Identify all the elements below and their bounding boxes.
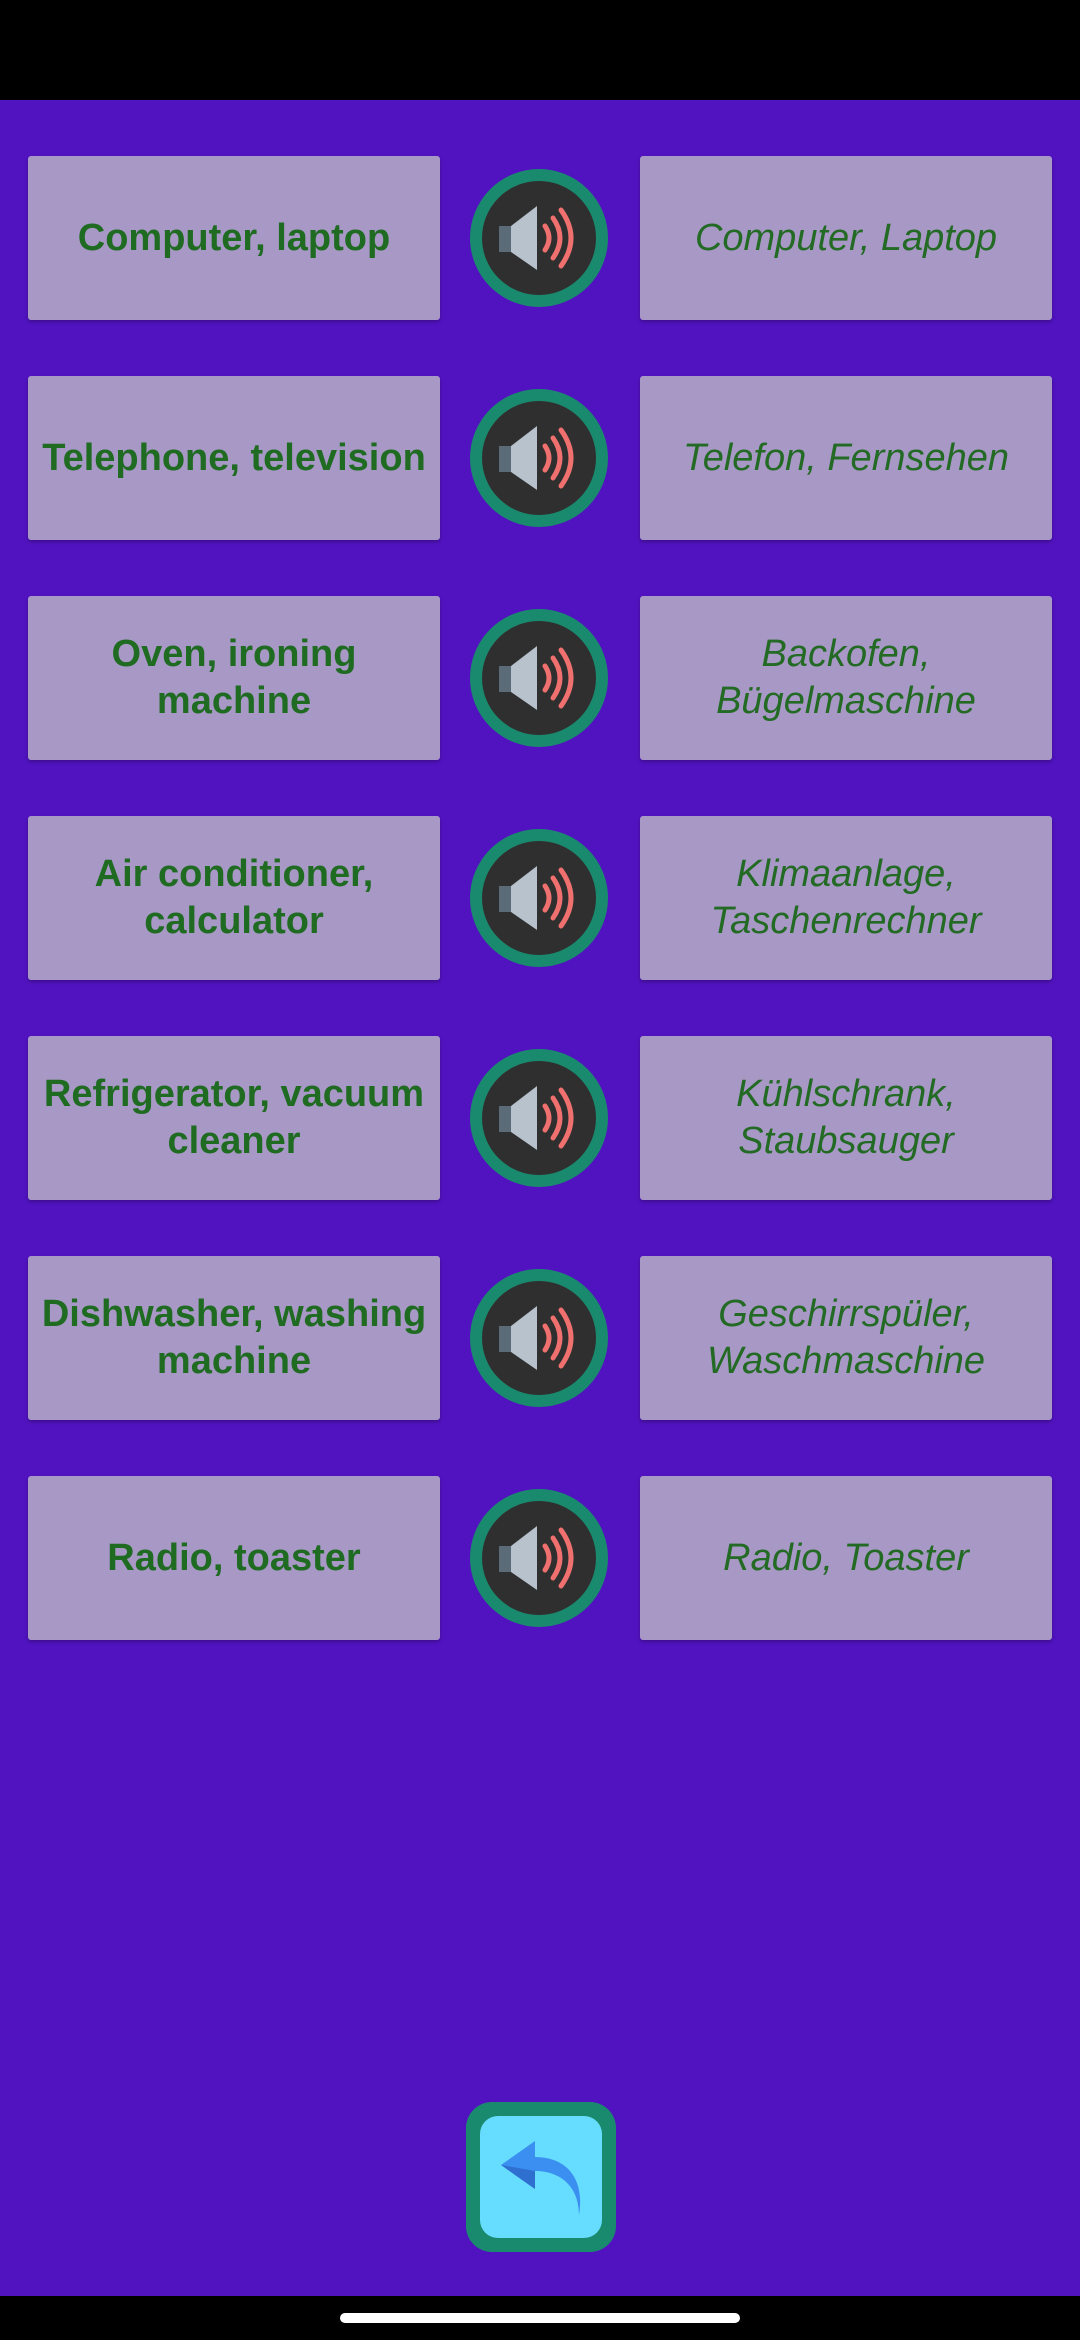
english-term-card[interactable]: Computer, laptop <box>28 156 440 320</box>
speaker-icon <box>499 646 574 710</box>
vocabulary-row: Refrigerator, vacuum cleaner Kühlschrank… <box>0 1036 1080 1200</box>
back-arrow-icon <box>501 2141 581 2215</box>
status-bar <box>0 0 1080 100</box>
german-term-card[interactable]: Radio, Toaster <box>640 1476 1052 1640</box>
english-term-card[interactable]: Dishwasher, washing machine <box>28 1256 440 1420</box>
play-audio-button[interactable] <box>470 169 608 307</box>
german-term: Telefon, Fernsehen <box>682 436 1010 479</box>
german-term-card[interactable]: Klimaanlage, Taschenrechner <box>640 816 1052 980</box>
vocabulary-row: Computer, laptop Computer, Laptop <box>0 156 1080 320</box>
english-term-card[interactable]: Radio, toaster <box>28 1476 440 1640</box>
vocabulary-row: Radio, toaster Radio, Toaster <box>0 1476 1080 1640</box>
german-term: Klimaanlage, Taschenrechner <box>710 853 982 942</box>
english-term: Oven, ironing machine <box>111 633 357 722</box>
english-term: Radio, toaster <box>107 1536 361 1579</box>
german-term-card[interactable]: Geschirrspüler, Waschmaschine <box>640 1256 1052 1420</box>
english-term: Dishwasher, washing machine <box>41 1293 427 1382</box>
german-term-card[interactable]: Telefon, Fernsehen <box>640 376 1052 540</box>
german-term-card[interactable]: Kühlschrank, Staubsauger <box>640 1036 1052 1200</box>
play-audio-button[interactable] <box>470 829 608 967</box>
speaker-icon <box>499 1526 574 1590</box>
german-term: Radio, Toaster <box>723 1536 969 1579</box>
vocabulary-row: Dishwasher, washing machine Geschirrspül… <box>0 1256 1080 1420</box>
play-audio-button[interactable] <box>470 1049 608 1187</box>
navigation-bar <box>0 2296 1080 2340</box>
english-term: Telephone, television <box>42 436 426 479</box>
german-term: Computer, Laptop <box>694 216 998 259</box>
english-term-card[interactable]: Telephone, television <box>28 376 440 540</box>
play-audio-button[interactable] <box>470 1269 608 1407</box>
german-term-card[interactable]: Computer, Laptop <box>640 156 1052 320</box>
english-term: Refrigerator, vacuum cleaner <box>43 1073 425 1162</box>
german-term: Geschirrspüler, Waschmaschine <box>706 1293 986 1382</box>
english-term-card[interactable]: Air conditioner, calculator <box>28 816 440 980</box>
vocabulary-row: Air conditioner, calculator Klimaanlage,… <box>0 816 1080 980</box>
german-term: Kühlschrank, Staubsauger <box>736 1073 956 1162</box>
play-audio-button[interactable] <box>470 389 608 527</box>
speaker-icon <box>499 1306 574 1370</box>
english-term: Air conditioner, calculator <box>94 853 374 942</box>
home-indicator[interactable] <box>340 2313 740 2323</box>
german-term: Backofen, Bügelmaschine <box>716 633 976 722</box>
vocabulary-row: Telephone, television Telefon, Fernsehen <box>0 376 1080 540</box>
german-term-card[interactable]: Backofen, Bügelmaschine <box>640 596 1052 760</box>
speaker-icon <box>499 426 574 490</box>
vocabulary-list: Computer, laptop Computer, Laptop Teleph… <box>0 156 1080 1696</box>
speaker-icon <box>499 206 574 270</box>
speaker-icon <box>499 1086 574 1150</box>
english-term-card[interactable]: Refrigerator, vacuum cleaner <box>28 1036 440 1200</box>
play-audio-button[interactable] <box>470 1489 608 1627</box>
back-button[interactable] <box>466 2102 616 2252</box>
english-term: Computer, laptop <box>77 216 391 259</box>
english-term-card[interactable]: Oven, ironing machine <box>28 596 440 760</box>
vocabulary-row: Oven, ironing machine Backofen, Bügelmas… <box>0 596 1080 760</box>
back-button-face <box>480 2116 602 2238</box>
play-audio-button[interactable] <box>470 609 608 747</box>
speaker-icon <box>499 866 574 930</box>
